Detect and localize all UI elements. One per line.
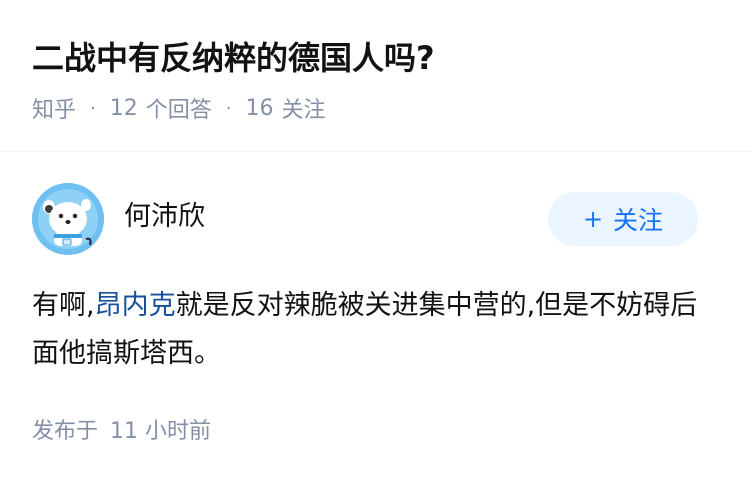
timestamp-label: 发布于: [32, 419, 99, 444]
answer-timestamp: 发布于 11 小时前: [32, 412, 211, 452]
answer-count-label: 个回答: [145, 98, 212, 123]
cartoon-bear-avatar-icon: [32, 183, 104, 255]
avatar[interactable]: [32, 183, 104, 255]
person-link[interactable]: 昂内克: [95, 290, 176, 321]
timestamp-value: 11 小时前: [110, 419, 212, 444]
question-header: 二战中有反纳粹的德国人吗? 知乎 · 12 个回答 · 16 关注: [32, 34, 718, 128]
question-meta: 知乎 · 12 个回答 · 16 关注: [32, 88, 718, 128]
follow-count-label: 关注: [281, 98, 326, 123]
follow-count: 16: [245, 95, 274, 121]
follow-button-label: 关注: [613, 206, 664, 235]
divider: [0, 151, 750, 152]
question-title[interactable]: 二战中有反纳粹的德国人吗?: [32, 34, 718, 82]
meta-separator: ·: [225, 97, 232, 119]
author-name[interactable]: 何沛欣: [124, 197, 205, 237]
author-row: 何沛欣 + 关注: [32, 183, 698, 255]
answer-text-start: 有啊,: [32, 290, 95, 321]
follow-button[interactable]: + 关注: [548, 192, 698, 246]
meta-separator: ·: [90, 97, 96, 119]
plus-icon: +: [582, 205, 604, 233]
source-label[interactable]: 知乎: [32, 92, 76, 124]
answer-count: 12: [109, 95, 138, 121]
answer-body: 有啊,昂内克就是反对辣脆被关进集中营的,但是不妨碍后面他搞斯塔西。: [32, 282, 710, 378]
